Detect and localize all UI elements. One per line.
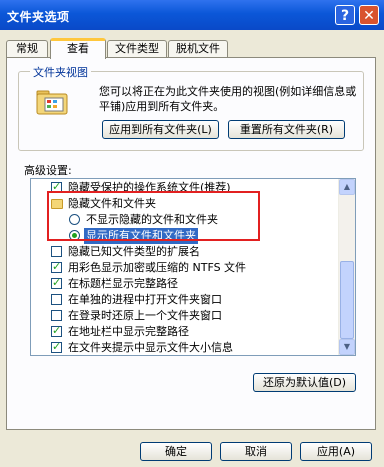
tab-general[interactable]: 常规 xyxy=(6,40,48,58)
tab-offline-files[interactable]: 脱机文件 xyxy=(168,40,228,58)
help-button[interactable]: ? xyxy=(335,5,355,25)
close-button[interactable]: ✕ xyxy=(359,5,379,25)
restore-defaults-button[interactable]: 还原为默认值(D) xyxy=(253,373,356,392)
cancel-button[interactable]: 取消 xyxy=(220,442,292,461)
window-title: 文件夹选项 xyxy=(7,10,70,24)
folder-views-title: 文件夹视图 xyxy=(30,64,91,80)
title-bar[interactable]: 文件夹选项 ? ✕ xyxy=(0,0,384,30)
checkbox[interactable] xyxy=(51,310,62,321)
folder-options-dialog: 文件夹选项 ? ✕ 常规 查看 文件类型 脱机文件 文件夹视图 您可以将正在为此… xyxy=(0,0,384,467)
vertical-scrollbar[interactable]: ▲ ▼ xyxy=(338,179,355,355)
checkbox[interactable] xyxy=(51,294,62,305)
checkbox[interactable] xyxy=(51,246,62,257)
reset-all-folders-button[interactable]: 重置所有文件夹(R) xyxy=(228,120,345,139)
tab-view[interactable]: 查看 xyxy=(50,38,106,59)
apply-to-all-folders-button[interactable]: 应用到所有文件夹(L) xyxy=(102,120,219,139)
ok-button[interactable]: 确定 xyxy=(140,442,212,461)
checkbox[interactable] xyxy=(51,275,62,291)
tab-file-types[interactable]: 文件类型 xyxy=(107,40,167,58)
apply-button[interactable]: 应用(A) xyxy=(300,442,372,461)
advanced-settings-label: 高级设置: xyxy=(24,164,72,177)
scroll-thumb[interactable] xyxy=(340,261,354,339)
scroll-down-icon[interactable]: ▼ xyxy=(339,339,355,355)
folder-views-icon xyxy=(36,90,68,115)
folder-views-description: 您可以将正在为此文件夹使用的视图(例如详细信息或平铺)应用到所有文件夹。 xyxy=(99,85,357,113)
checkbox[interactable] xyxy=(51,259,62,275)
checkbox[interactable] xyxy=(51,323,62,339)
scroll-up-icon[interactable]: ▲ xyxy=(339,179,355,195)
annotation-highlight-box xyxy=(47,191,260,241)
checkbox[interactable] xyxy=(51,339,62,355)
